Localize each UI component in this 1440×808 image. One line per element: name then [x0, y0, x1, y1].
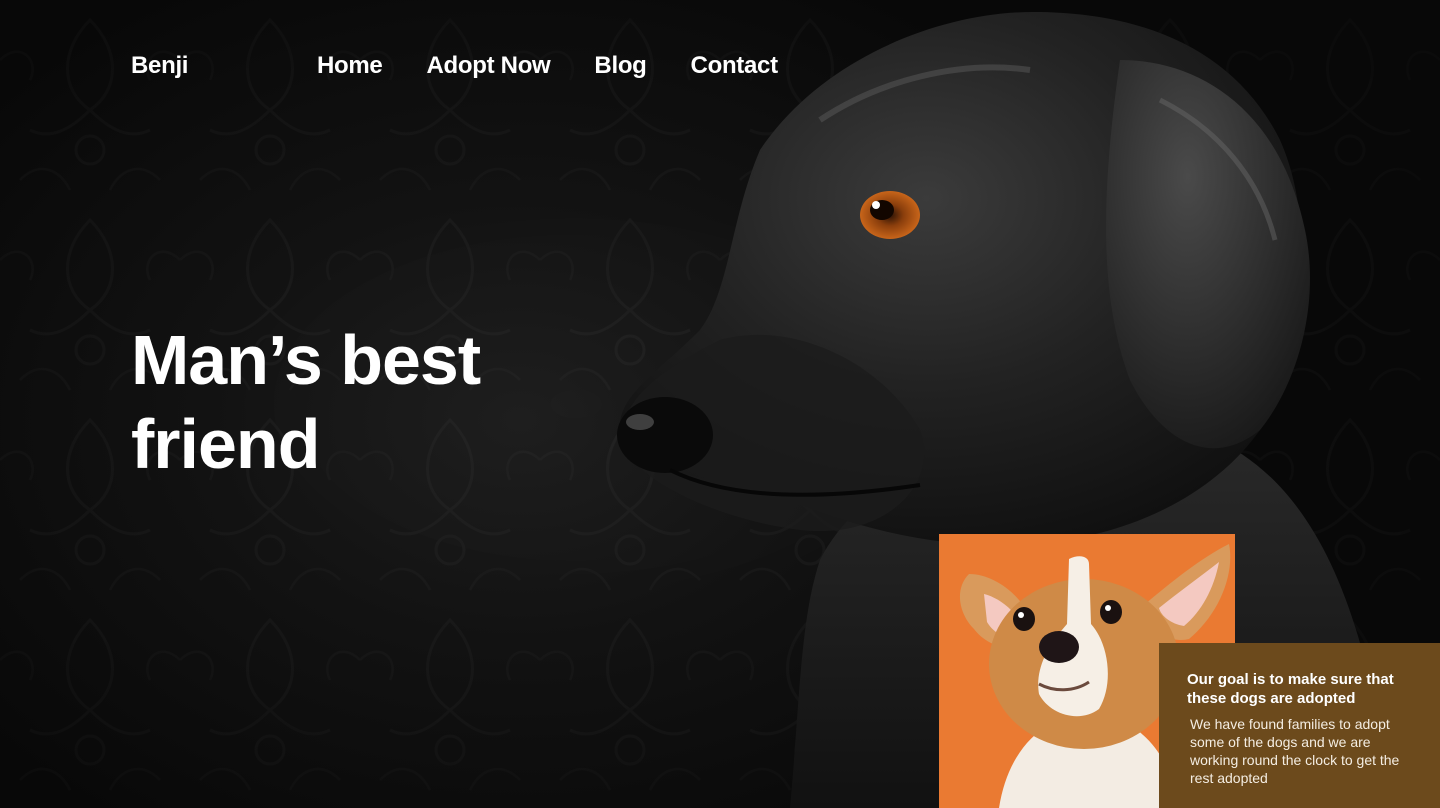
nav-link-contact[interactable]: Contact — [691, 52, 779, 80]
hero-headline-line2: friend — [131, 405, 320, 483]
hero-section: Benji Home Adopt Now Blog Contact Man’s … — [0, 0, 1440, 808]
nav-link-home[interactable]: Home — [317, 52, 383, 80]
brand-logo[interactable]: Benji — [131, 52, 188, 80]
hero-headline: Man’s best friend — [131, 318, 591, 486]
nav-link-adopt-now[interactable]: Adopt Now — [426, 52, 550, 80]
nav-link-blog[interactable]: Blog — [594, 52, 646, 80]
main-nav: Home Adopt Now Blog Contact — [317, 52, 778, 80]
info-card-title: Our goal is to make sure that these dogs… — [1187, 671, 1394, 707]
info-card-body: We have found families to adopt some of … — [1190, 716, 1400, 786]
hero-headline-line1: Man’s best — [131, 321, 481, 399]
adoption-info-card: Our goal is to make sure that these dogs… — [1159, 643, 1440, 808]
